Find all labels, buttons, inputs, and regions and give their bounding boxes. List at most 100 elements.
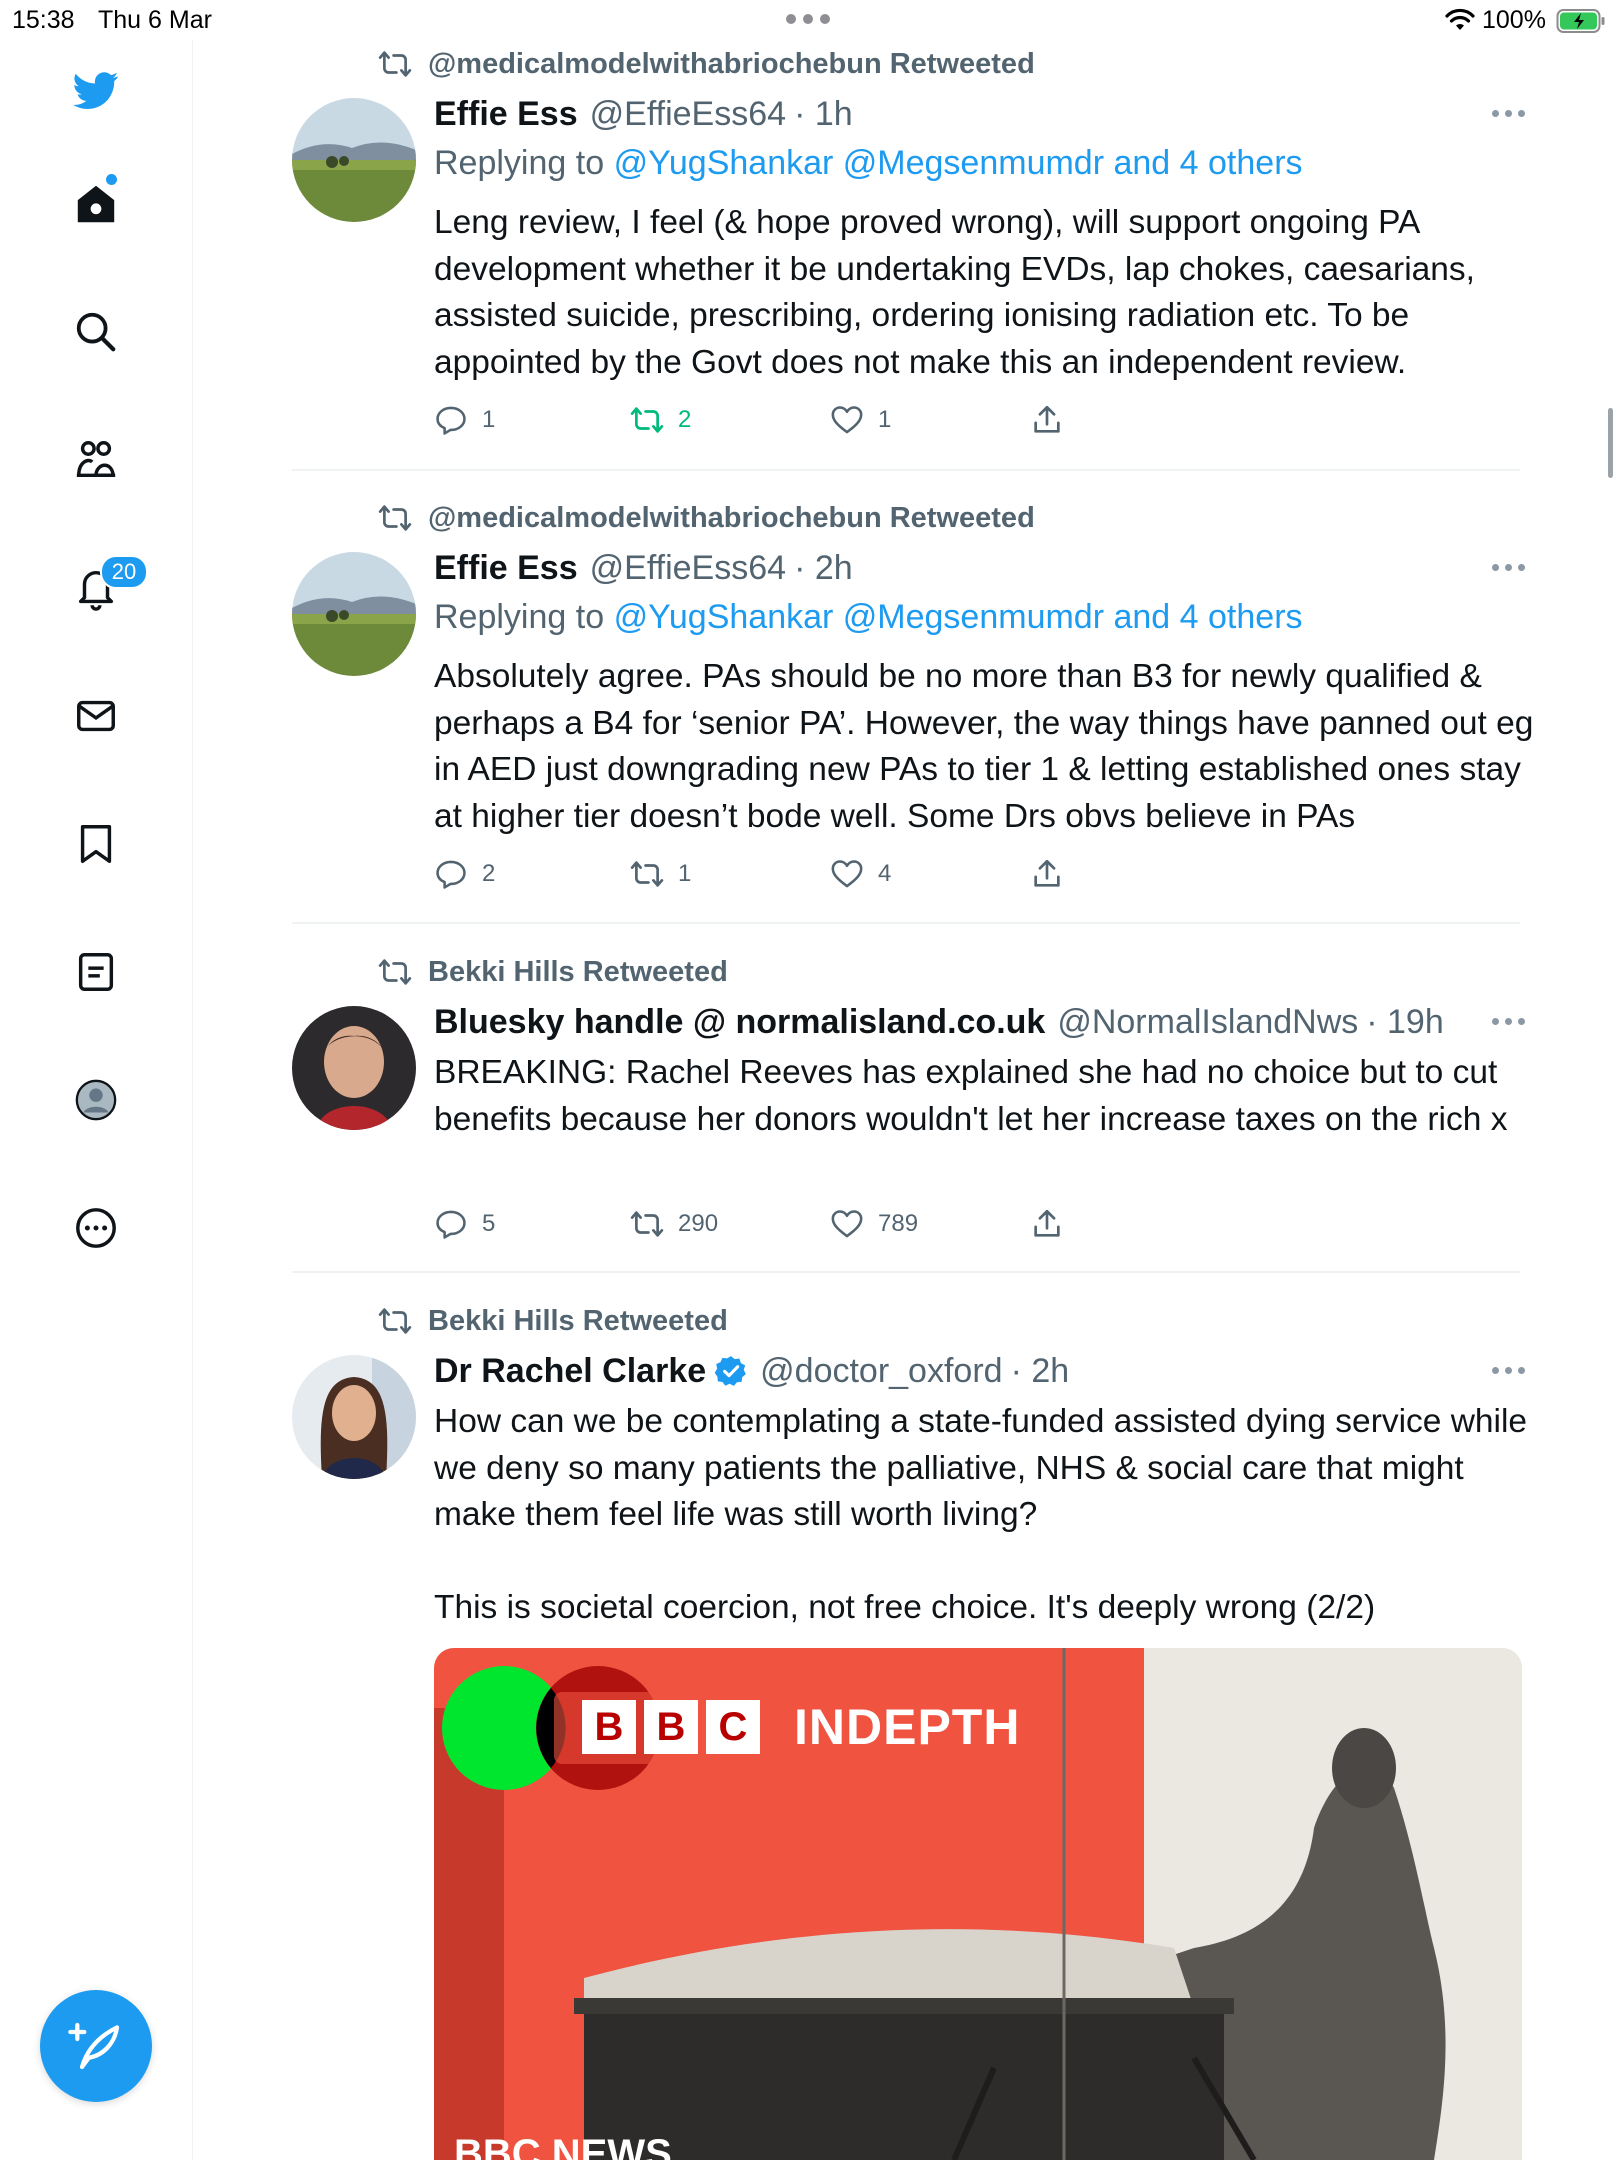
share-button[interactable] — [1030, 854, 1064, 894]
tweet-actions: 2 1 4 — [434, 854, 1134, 894]
avatar[interactable] — [292, 1006, 416, 1130]
logo-letter: B — [582, 1700, 636, 1754]
lists-icon[interactable] — [70, 946, 122, 998]
like-button[interactable]: 1 — [830, 400, 891, 440]
retweeted-by-label: @medicalmodelwithabriochebun Retweeted — [428, 47, 1035, 80]
reply-icon — [436, 1210, 466, 1239]
home-icon[interactable] — [70, 178, 122, 230]
divider — [292, 922, 1520, 924]
retweet-icon — [630, 1211, 664, 1237]
share-button[interactable] — [1030, 400, 1064, 440]
heart-icon — [831, 1210, 863, 1238]
heart-icon — [831, 406, 863, 434]
like-count: 1 — [878, 406, 892, 433]
retweet-icon — [378, 1308, 412, 1334]
author-name[interactable]: Bluesky handle @ normalisland.co.uk — [434, 1003, 1045, 1042]
logo-letter: C — [706, 1700, 760, 1754]
retweet-icon — [378, 505, 412, 531]
search-icon[interactable] — [70, 306, 122, 358]
reply-count: 5 — [482, 1210, 496, 1237]
replying-to-link[interactable]: @YugShankar @Megsenmumdr and 4 others — [614, 598, 1303, 636]
replying-to: Replying to @YugShankar @Megsenmumdr and… — [434, 598, 1303, 637]
tweet-text: This is societal coercion, not free choi… — [434, 1589, 1376, 1626]
status-bar: 15:38 Thu 6 Mar 100% — [0, 0, 1620, 40]
twitter-logo-icon[interactable] — [70, 64, 122, 116]
retweet-button[interactable]: 290 — [630, 1204, 718, 1244]
scrollbar[interactable] — [1608, 408, 1613, 478]
tweet-media-image[interactable]: B B C INDEPTH BBC NEWS — [434, 1648, 1522, 2160]
share-icon — [1034, 1209, 1060, 1237]
reply-button[interactable]: 2 — [434, 854, 495, 894]
retweet-button[interactable]: 2 — [630, 400, 691, 440]
retweet-button[interactable]: 1 — [630, 854, 691, 894]
like-button[interactable]: 4 — [830, 854, 891, 894]
author-name[interactable]: Dr Rachel Clarke — [434, 1352, 706, 1391]
retweet-icon — [378, 959, 412, 985]
notification-badge: 20 — [100, 555, 148, 589]
tweet-text: BREAKING: Rachel Reeves has explained sh… — [434, 1054, 1508, 1138]
avatar[interactable] — [292, 552, 416, 676]
retweeted-by-label: @medicalmodelwithabriochebun Retweeted — [428, 501, 1035, 534]
tweet-time[interactable]: · 1h — [794, 95, 853, 134]
like-button[interactable]: 789 — [830, 1204, 918, 1244]
author-handle[interactable]: @NormalIslandNws — [1057, 1003, 1358, 1042]
heart-icon — [831, 860, 863, 888]
tweet-header: Effie Ess @EffieEss64 · 2h — [434, 546, 853, 590]
avatar[interactable] — [292, 98, 416, 222]
retweeted-by-label: Bekki Hills Retweeted — [428, 955, 728, 988]
battery-percent: 100% — [1482, 6, 1546, 34]
replying-to-link[interactable]: @YugShankar @Megsenmumdr and 4 others — [614, 144, 1303, 182]
tweet-time[interactable]: · 2h — [794, 549, 853, 588]
tweet-time[interactable]: · 2h — [1011, 1352, 1070, 1391]
tweet-text: Leng review, I feel (& hope proved wrong… — [434, 204, 1475, 381]
profile-icon[interactable] — [70, 1074, 122, 1126]
retweet-count: 1 — [678, 860, 692, 887]
divider — [292, 469, 1520, 471]
bookmarks-icon[interactable] — [70, 818, 122, 870]
share-button[interactable] — [1030, 1204, 1064, 1244]
tweet[interactable]: Bekki Hills Retweeted Bluesky handle @ n… — [292, 952, 1525, 1252]
tweet-actions: 1 2 1 — [434, 400, 1134, 440]
communities-icon[interactable] — [70, 434, 122, 486]
replying-to: Replying to @YugShankar @Megsenmumdr and… — [434, 144, 1303, 183]
retweeted-by-label: Bekki Hills Retweeted — [428, 1304, 728, 1337]
tweet-time[interactable]: · 19h — [1366, 1003, 1444, 1042]
more-icon[interactable] — [1492, 110, 1526, 120]
reply-count: 1 — [482, 406, 496, 433]
compose-tweet-button[interactable] — [40, 1990, 152, 2102]
author-name[interactable]: Effie Ess — [434, 549, 578, 588]
reply-button[interactable]: 5 — [434, 1204, 495, 1244]
retweet-context: Bekki Hills Retweeted — [376, 952, 728, 992]
tweet-header: Effie Ess @EffieEss64 · 1h — [434, 92, 853, 136]
logo-letter: B — [644, 1700, 698, 1754]
retweet-icon — [630, 407, 664, 433]
replying-prefix: Replying to — [434, 144, 605, 182]
battery-charging-icon — [1556, 9, 1605, 33]
more-icon[interactable] — [1492, 564, 1526, 574]
reply-button[interactable]: 1 — [434, 400, 495, 440]
home-unread-dot — [106, 174, 117, 185]
compose-tweet-icon — [68, 2022, 120, 2070]
retweet-icon — [378, 51, 412, 77]
more-icon[interactable] — [1492, 1367, 1526, 1377]
author-handle[interactable]: @EffieEss64 — [590, 95, 786, 134]
author-handle[interactable]: @EffieEss64 — [590, 549, 786, 588]
tweet[interactable]: @medicalmodelwithabriochebun Retweeted E… — [292, 44, 1525, 464]
tweet[interactable]: @medicalmodelwithabriochebun Retweeted E… — [292, 498, 1533, 918]
like-count: 789 — [878, 1210, 919, 1237]
avatar[interactable] — [292, 1355, 416, 1479]
messages-icon[interactable] — [70, 690, 122, 742]
retweet-count: 2 — [678, 406, 692, 433]
more-options-icon[interactable] — [70, 1202, 122, 1254]
multitasking-dots-icon[interactable] — [786, 8, 834, 28]
verified-badge-icon — [714, 1356, 747, 1386]
reply-count: 2 — [482, 860, 496, 887]
media-label: INDEPTH — [794, 1699, 1021, 1755]
tweet-header: Dr Rachel Clarke @doctor_oxford · 2h — [434, 1349, 1069, 1393]
author-handle[interactable]: @doctor_oxford — [760, 1352, 1002, 1391]
status-time: 15:38 — [12, 6, 75, 34]
tweet-text: How can we be contemplating a state-fund… — [434, 1403, 1528, 1533]
author-name[interactable]: Effie Ess — [434, 95, 578, 134]
more-icon[interactable] — [1492, 1018, 1526, 1028]
tweet-text: Absolutely agree. PAs should be no more … — [434, 658, 1534, 835]
